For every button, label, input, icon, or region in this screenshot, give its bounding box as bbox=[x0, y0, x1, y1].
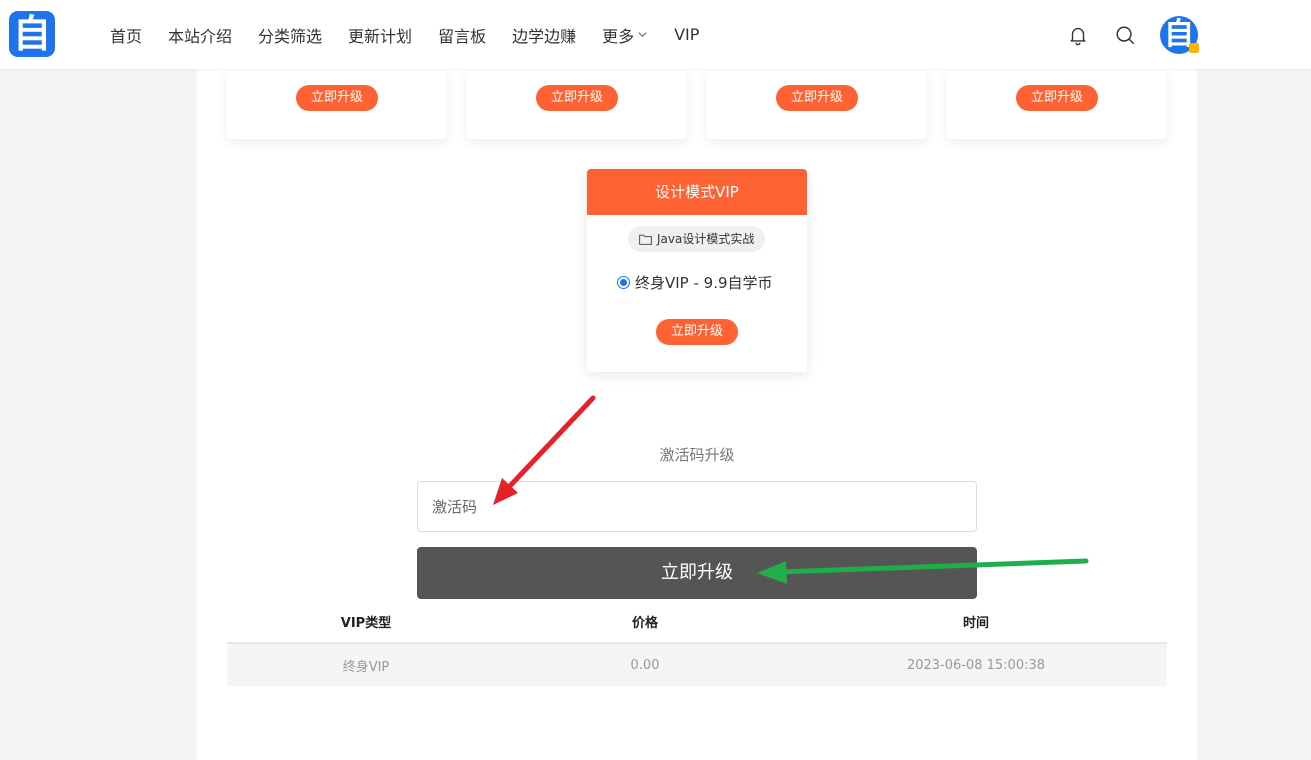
site-logo[interactable]: 自 bbox=[9, 11, 55, 57]
nav-message-board-label: 留言板 bbox=[438, 26, 487, 46]
upgrade-button-2[interactable]: 立即升级 bbox=[536, 85, 618, 111]
nav-about-label: 本站介绍 bbox=[168, 26, 233, 46]
user-avatar[interactable]: 自 bbox=[1160, 16, 1199, 54]
vip-card-3: 立即升级 bbox=[707, 69, 927, 139]
vip-card-1: 立即升级 bbox=[227, 69, 447, 139]
nav-message-board[interactable]: 留言板 bbox=[438, 23, 486, 47]
nav-home[interactable]: 首页 bbox=[110, 23, 142, 47]
nav-more[interactable]: 更多 bbox=[602, 23, 648, 47]
nav-vip-label: VIP bbox=[674, 25, 700, 44]
vip-history-table: VIP类型 价格 时间 终身VIP 0.00 2023-06-08 15:00:… bbox=[227, 600, 1167, 686]
lifetime-vip-option-label: 终身VIP - 9.9自学币 bbox=[635, 274, 773, 292]
folder-icon bbox=[639, 234, 652, 245]
nav-about[interactable]: 本站介绍 bbox=[168, 23, 232, 47]
nav-update-plan-label: 更新计划 bbox=[348, 26, 413, 46]
cell-time: 2023-06-08 15:00:38 bbox=[906, 657, 1046, 673]
column-header-time: 时间 bbox=[962, 615, 989, 631]
nav-home-label: 首页 bbox=[110, 26, 143, 46]
course-tag-label: Java设计模式实战 bbox=[657, 232, 755, 246]
table-row: 终身VIP 0.00 2023-06-08 15:00:38 bbox=[227, 644, 1167, 686]
nav-vip[interactable]: VIP bbox=[674, 25, 699, 44]
nav-category-filter[interactable]: 分类筛选 bbox=[258, 23, 322, 47]
radio-selected-icon[interactable] bbox=[617, 276, 630, 289]
nav-update-plan[interactable]: 更新计划 bbox=[348, 23, 412, 47]
top-header: 自 首页 本站介绍 分类筛选 更新计划 留言板 边学边赚 更多 VIP 自 bbox=[0, 0, 1311, 69]
vip-card-4: 立即升级 bbox=[947, 69, 1167, 139]
upgrade-button-3[interactable]: 立即升级 bbox=[776, 85, 858, 111]
column-header-price: 价格 bbox=[631, 615, 658, 631]
activation-code-input[interactable] bbox=[417, 481, 977, 532]
main-nav: 首页 本站介绍 分类筛选 更新计划 留言板 边学边赚 更多 VIP bbox=[97, 0, 712, 69]
design-vip-upgrade-button[interactable]: 立即升级 bbox=[656, 319, 738, 345]
chevron-down-icon bbox=[638, 32, 647, 38]
nav-category-filter-label: 分类筛选 bbox=[258, 26, 323, 46]
cell-vip-type: 终身VIP bbox=[342, 659, 390, 675]
lifetime-vip-option[interactable]: 终身VIP - 9.9自学币 bbox=[617, 272, 773, 293]
upgrade-button-1[interactable]: 立即升级 bbox=[296, 85, 378, 111]
bell-icon[interactable] bbox=[1067, 24, 1089, 46]
cell-price: 0.00 bbox=[630, 657, 660, 673]
search-icon[interactable] bbox=[1114, 24, 1136, 46]
design-pattern-vip-card: 设计模式VIP Java设计模式实战 终身VIP - 9.9自学币 立即升级 bbox=[587, 169, 807, 372]
table-header: VIP类型 价格 时间 bbox=[227, 600, 1167, 644]
nav-more-label: 更多 bbox=[602, 26, 635, 46]
upgrade-button-4[interactable]: 立即升级 bbox=[1016, 85, 1098, 111]
column-header-vip-type: VIP类型 bbox=[340, 615, 392, 631]
course-tag[interactable]: Java设计模式实战 bbox=[628, 226, 766, 252]
activation-submit-button[interactable]: 立即升级 bbox=[417, 547, 977, 599]
nav-learn-earn[interactable]: 边学边赚 bbox=[512, 23, 576, 47]
activation-section-title: 激活码升级 bbox=[659, 446, 735, 464]
vip-card-title: 设计模式VIP bbox=[587, 169, 807, 215]
nav-learn-earn-label: 边学边赚 bbox=[512, 26, 577, 46]
vip-card-2: 立即升级 bbox=[467, 69, 687, 139]
vip-badge bbox=[1189, 43, 1199, 53]
